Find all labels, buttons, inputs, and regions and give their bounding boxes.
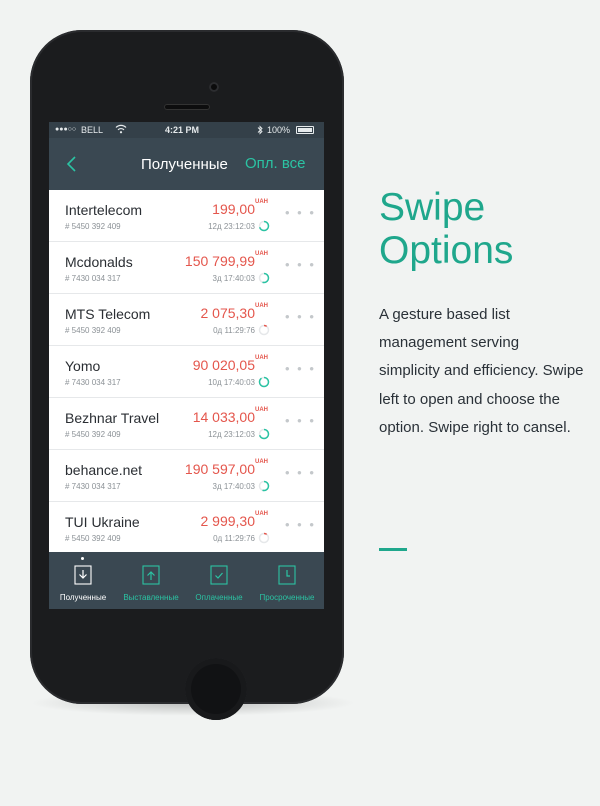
account-number: # 5450 392 409 xyxy=(65,430,121,439)
invoice-amount: 14 033,00 xyxy=(192,409,255,425)
more-options-icon[interactable]: • • • xyxy=(285,361,316,376)
earpiece-speaker xyxy=(164,104,210,110)
currency-label: UAH xyxy=(255,355,268,361)
currency-label: UAH xyxy=(255,511,268,517)
pay-all-button[interactable]: Опл. все xyxy=(245,155,306,172)
more-options-icon[interactable]: • • • xyxy=(285,309,316,324)
account-number: # 7430 034 317 xyxy=(65,274,121,283)
overdue-clock-icon xyxy=(278,565,296,585)
account-number: # 5450 392 409 xyxy=(65,326,121,335)
battery-percent: 100% xyxy=(267,125,291,135)
currency-label: UAH xyxy=(255,199,268,205)
invoice-row[interactable]: Bezhnar Travel # 5450 392 409 14 033,00 UAH… xyxy=(49,398,324,450)
invoice-row[interactable]: Intertelecom # 5450 392 409 199,00 UAH 12д 2… xyxy=(49,190,324,242)
more-options-icon[interactable]: • • • xyxy=(285,517,316,532)
signal-icon: ●●●○○ xyxy=(55,126,77,133)
currency-label: UAH xyxy=(255,303,268,309)
payee-name: MTS Telecom xyxy=(65,306,151,322)
paid-check-icon xyxy=(210,565,228,585)
status-progress-ring-icon xyxy=(258,427,270,440)
tab-label: Полученные xyxy=(59,593,107,602)
promo-title-line-2: Options xyxy=(379,229,514,272)
nav-bar: Полученные Опл. все xyxy=(49,138,324,190)
promo-title-line-1: Swipe xyxy=(379,186,486,229)
tab-bar: Полученные Выставленные Оплаченные Просроче… xyxy=(49,552,324,609)
invoice-row[interactable]: Yomo # 7430 034 317 90 020,05 UAH 10д 17:40:… xyxy=(49,346,324,398)
time-remaining: 3д 17:40:03 xyxy=(212,274,255,283)
tab-inbox-download[interactable]: Полученные xyxy=(49,552,117,609)
inbox-download-icon xyxy=(74,565,92,585)
outbox-upload-icon xyxy=(142,565,160,585)
payee-name: Intertelecom xyxy=(65,202,143,218)
invoice-row[interactable]: Mcdonalds # 7430 034 317 150 799,99 UAH 3д 1… xyxy=(49,242,324,294)
payee-name: Yomo xyxy=(65,358,101,374)
promo-body-line: A gesture based list xyxy=(379,306,510,323)
status-progress-ring-icon xyxy=(258,323,270,336)
time-remaining: 3д 17:40:03 xyxy=(212,482,255,491)
account-number: # 7430 034 317 xyxy=(65,378,121,387)
time-remaining: 0д 11:29:76 xyxy=(213,326,255,335)
payee-name: TUI Ukraine xyxy=(65,514,140,530)
invoice-amount: 2 999,30 xyxy=(200,513,256,529)
status-time: 4:21 PM xyxy=(165,125,200,135)
invoice-amount: 199,00 xyxy=(212,201,255,217)
payee-name: Bezhnar Travel xyxy=(65,410,160,426)
invoice-amount: 90 020,05 xyxy=(192,357,255,373)
tab-label: Просроченные xyxy=(259,593,315,602)
promo-body-line: option. Swipe right to cansel. xyxy=(379,419,571,436)
account-number: # 7430 034 317 xyxy=(65,482,121,491)
payee-name: Mcdonalds xyxy=(65,254,133,270)
tab-label: Оплаченные xyxy=(195,593,243,602)
invoice-amount: 150 799,99 xyxy=(184,253,255,269)
home-button[interactable] xyxy=(185,658,247,720)
wifi-icon xyxy=(115,123,127,137)
time-remaining: 12д 23:12:03 xyxy=(208,222,255,231)
back-chevron-icon[interactable] xyxy=(63,154,83,174)
time-remaining: 0д 11:29:76 xyxy=(213,534,255,543)
payee-name: behance.net xyxy=(65,462,143,478)
currency-label: UAH xyxy=(255,407,268,413)
invoice-row[interactable]: TUI Ukraine # 5450 392 409 2 999,30 UAH 0д 1… xyxy=(49,502,324,554)
promo-body-line: simplicity and efficiency. Swipe xyxy=(379,362,584,379)
invoice-amount: 2 075,30 xyxy=(200,305,256,321)
carrier-label: BELL xyxy=(81,125,104,135)
account-number: # 5450 392 409 xyxy=(65,534,121,543)
page-title: Полученные xyxy=(141,156,228,173)
status-progress-ring-icon xyxy=(258,479,270,492)
active-tab-indicator xyxy=(81,557,84,560)
more-options-icon[interactable]: • • • xyxy=(285,465,316,480)
promo-title: Swipe Options xyxy=(379,186,579,272)
promo-body-line: management serving xyxy=(379,334,520,351)
more-options-icon[interactable]: • • • xyxy=(285,257,316,272)
tab-outbox-upload[interactable]: Выставленные xyxy=(117,552,185,609)
more-options-icon[interactable]: • • • xyxy=(285,413,316,428)
time-remaining: 10д 17:40:03 xyxy=(208,378,255,387)
status-progress-ring-icon xyxy=(258,219,270,232)
app-screen: ●●●○○ BELL 4:21 PM 100% Полученные Опл. … xyxy=(49,122,324,609)
front-camera xyxy=(209,82,219,92)
invoice-amount: 190 597,00 xyxy=(184,461,255,477)
invoice-row[interactable]: MTS Telecom # 5450 392 409 2 075,30 UAH 0д 1… xyxy=(49,294,324,346)
tab-overdue-clock[interactable]: Просроченные xyxy=(253,552,321,609)
tab-paid-check[interactable]: Оплаченные xyxy=(185,552,253,609)
currency-label: UAH xyxy=(255,459,268,465)
account-number: # 5450 392 409 xyxy=(65,222,121,231)
invoice-list: Intertelecom # 5450 392 409 199,00 UAH 12д 2… xyxy=(49,190,324,554)
currency-label: UAH xyxy=(255,251,268,257)
bluetooth-icon xyxy=(257,125,263,137)
status-progress-ring-icon xyxy=(258,271,270,284)
promo-body-line: left to open and choose the xyxy=(379,391,560,408)
battery-icon xyxy=(296,126,314,134)
more-options-icon[interactable]: • • • xyxy=(285,205,316,220)
accent-divider xyxy=(379,548,407,551)
status-progress-ring-icon xyxy=(258,375,270,388)
status-bar: ●●●○○ BELL 4:21 PM 100% xyxy=(49,122,324,138)
status-progress-ring-icon xyxy=(258,531,270,544)
invoice-row[interactable]: behance.net # 7430 034 317 190 597,00 UAH 3д… xyxy=(49,450,324,502)
tab-label: Выставленные xyxy=(123,593,179,602)
time-remaining: 12д 23:12:03 xyxy=(208,430,255,439)
